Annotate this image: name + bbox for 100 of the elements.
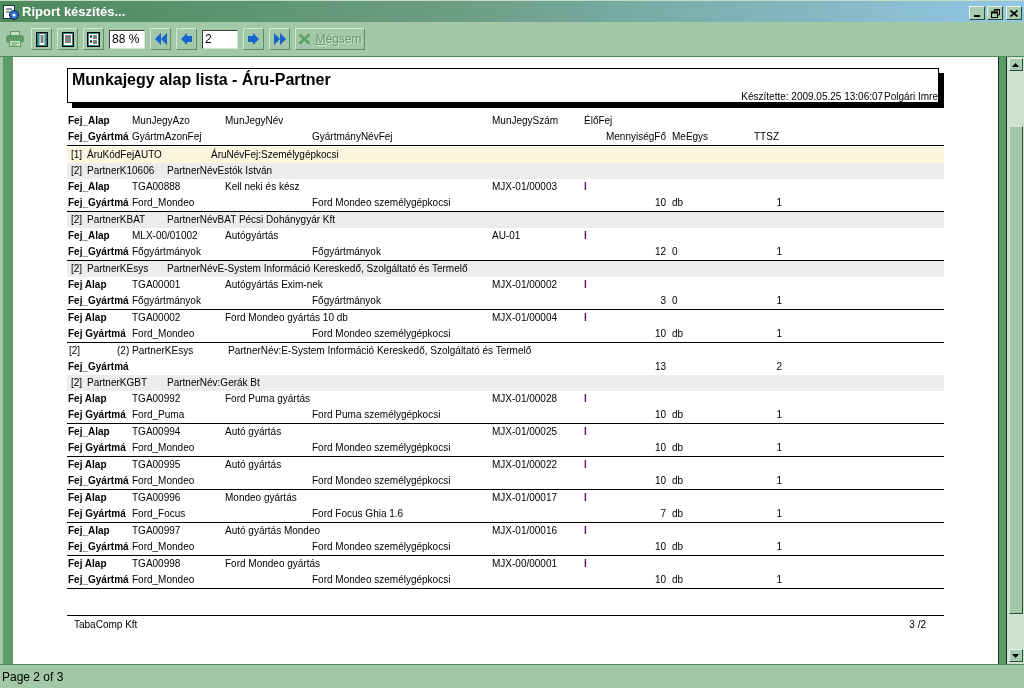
- row-label: Fej Gyártmá: [68, 408, 126, 422]
- table-cell-text: Autó gyártás Mondeo: [225, 524, 321, 538]
- table-cell-text: Ford Mondeo gyártás 10 db: [225, 311, 348, 325]
- group-code: PartnerKGBT: [87, 376, 148, 390]
- table-cell-text: TGA00002: [132, 311, 181, 325]
- scroll-down-button[interactable]: [1008, 649, 1023, 662]
- column-header: Fej_Alap: [68, 114, 110, 128]
- table-cell-text: db: [672, 441, 684, 455]
- table-cell-text: MJX-01/00002: [492, 278, 558, 292]
- page-number: 3 /2: [909, 618, 926, 632]
- group-name: PartnerNévEstók István: [167, 164, 273, 178]
- table-cell-text: I: [584, 557, 587, 571]
- group-code: PartnerKBAT: [87, 213, 146, 227]
- report-title: Munkajegy alap lista - Áru-Partner: [71, 69, 331, 90]
- table-cell-text: 1: [776, 441, 782, 455]
- table-cell-text: TGA00995: [132, 458, 181, 472]
- group-code: PartnerK10606: [87, 164, 155, 178]
- table-cell-text: 10: [654, 540, 666, 554]
- scroll-up-button[interactable]: [1008, 58, 1023, 71]
- table-cell-text: TGA00996: [132, 491, 181, 505]
- scrollbar-thumb[interactable]: [1008, 126, 1023, 614]
- table-cell-text: I: [584, 278, 587, 292]
- previous-page-button[interactable]: [176, 28, 197, 50]
- table-cell-text: db: [672, 573, 684, 587]
- table-cell-text: Ford Mondeo személygépkocsi: [312, 573, 451, 587]
- row-label: Fej_Gyártmá: [68, 196, 129, 210]
- group-code: (2) PartnerKEsys: [117, 344, 194, 358]
- table-cell-text: I: [584, 229, 587, 243]
- footer-text: TabaComp Kft: [74, 618, 138, 632]
- row-label: Fej Alap: [68, 557, 107, 571]
- table-cell-text: AU-01: [492, 229, 521, 243]
- left-arrow-icon: [181, 33, 192, 45]
- window-title: Riport készítés...: [22, 4, 126, 19]
- app-icon: [3, 3, 19, 20]
- group-code: ÁruKódFejAUTO: [87, 147, 162, 162]
- column-header: MennyiségFő: [605, 130, 666, 144]
- x-icon: [298, 33, 312, 45]
- table-cell-text: Főgyártmányok: [312, 245, 381, 259]
- row-label: Fej_Gyártmá: [68, 294, 129, 308]
- row-label: Fej_Alap: [68, 425, 110, 439]
- zoom-field[interactable]: 88 %: [109, 29, 145, 49]
- table-cell-text: Kell neki és kész: [225, 180, 300, 194]
- close-button[interactable]: [1006, 6, 1022, 20]
- page-view-button[interactable]: [57, 28, 78, 50]
- table-cell-text: 3: [660, 294, 666, 308]
- table-cell-text: MJX-01/00022: [492, 458, 558, 472]
- group-index: [2]: [71, 213, 83, 227]
- table-cell-text: Ford Mondeo személygépkocsi: [312, 540, 451, 554]
- page-view-button[interactable]: [83, 28, 104, 50]
- status-text: Page 2 of 3: [2, 669, 64, 684]
- table-cell-text: TGA00992: [132, 392, 181, 406]
- table-cell-text: Ford_Mondeo: [132, 196, 195, 210]
- group-name: PartnerNév:E-System Információ Kereskedő, Szolgáltató és Termelő: [228, 344, 532, 358]
- group-index: [2]: [71, 262, 83, 276]
- group-index: [2]: [71, 376, 83, 390]
- table-cell-text: Ford_Focus: [132, 507, 186, 521]
- row-label: Fej Alap: [68, 491, 107, 505]
- table-cell-text: 10: [654, 474, 666, 488]
- table-cell-text: 0: [672, 294, 678, 308]
- table-cell-text: Ford Mondeo személygépkocsi: [312, 327, 451, 341]
- table-cell-text: Ford_Puma: [132, 408, 185, 422]
- table-cell-text: Autó gyártás: [225, 458, 282, 472]
- table-cell-text: Autógyártás: [225, 229, 279, 243]
- table-cell-text: Főgyártmányok: [312, 294, 381, 308]
- table-cell-text: 1: [776, 196, 782, 210]
- table-cell-text: db: [672, 474, 684, 488]
- restore-button[interactable]: [987, 6, 1003, 20]
- page-view-button[interactable]: [31, 28, 52, 50]
- column-header: GyártmAzonFej: [132, 130, 202, 144]
- page-number-field[interactable]: 2: [202, 29, 238, 49]
- table-cell-text: db: [672, 327, 684, 341]
- minimize-button[interactable]: [969, 6, 985, 20]
- next-page-button[interactable]: [243, 28, 264, 50]
- row-label: Fej Gyártmá: [68, 327, 126, 341]
- double-left-arrow-icon: [153, 33, 168, 45]
- first-page-button[interactable]: [150, 28, 171, 50]
- column-header: ÉlőFej: [584, 113, 613, 128]
- column-header: MunJegyNév: [225, 114, 284, 128]
- group-index: [2]: [71, 164, 83, 178]
- column-header: TTSZ: [754, 130, 779, 144]
- table-cell-text: MJX-01/00003: [492, 180, 558, 194]
- table-cell-text: 1: [776, 408, 782, 422]
- table-cell-text: TGA00994: [132, 425, 181, 439]
- table-cell-text: Ford Puma személygépkocsi: [312, 408, 441, 422]
- table-cell-text: 1: [776, 294, 782, 308]
- total-cell-text: 2: [776, 360, 782, 374]
- table-cell-text: 1: [776, 507, 782, 521]
- row-label: Fej_Alap: [68, 524, 110, 538]
- table-cell-text: I: [584, 524, 587, 538]
- last-page-button[interactable]: [269, 28, 290, 50]
- table-cell-text: I: [584, 311, 587, 325]
- table-cell-text: TGA00001: [132, 278, 181, 292]
- table-cell-text: 1: [776, 540, 782, 554]
- double-right-arrow-icon: [272, 33, 287, 45]
- table-cell-text: I: [584, 458, 587, 472]
- table-cell-text: 1: [776, 245, 782, 259]
- table-cell-text: 10: [654, 408, 666, 422]
- row-label: Fej Alap: [68, 311, 107, 325]
- table-cell-text: Ford Focus Ghia 1.6: [312, 507, 404, 521]
- caret-down-icon: [1012, 653, 1019, 658]
